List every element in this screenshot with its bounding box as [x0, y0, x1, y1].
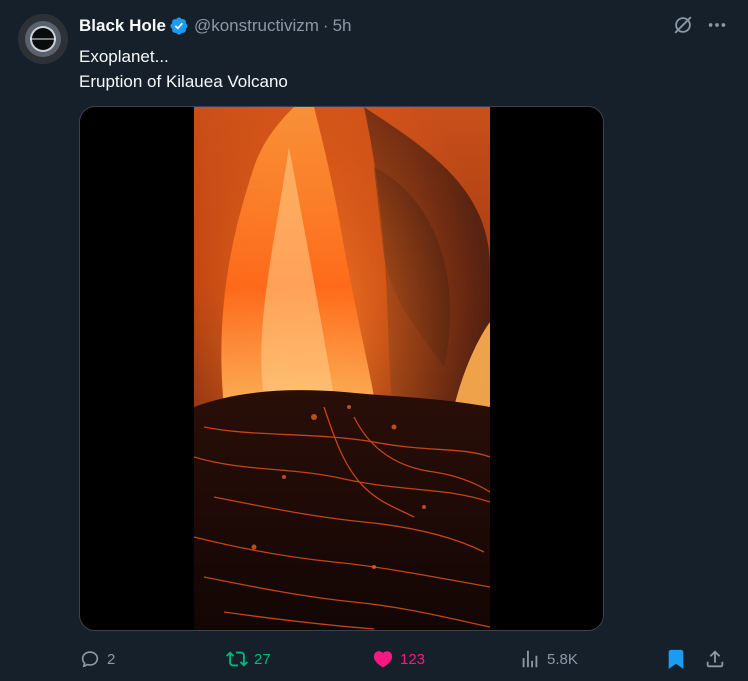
- tweet-text-line-1: Exoplanet...: [79, 47, 169, 66]
- more-dots-icon: [708, 23, 726, 27]
- retweet-count: 27: [254, 650, 271, 668]
- verified-badge-icon: [170, 17, 188, 35]
- reply-count: 2: [107, 650, 116, 668]
- tweet-text: Exoplanet... Eruption of Kilauea Volcano: [79, 44, 288, 94]
- timestamp[interactable]: 5h: [333, 16, 352, 36]
- bookmark-icon: [668, 649, 684, 670]
- reply-icon: [81, 651, 99, 668]
- tweet-header: Black Hole @konstructivizm · 5h: [79, 15, 351, 37]
- grok-button[interactable]: [672, 14, 694, 36]
- tweet-actions: 2 27 123 5.8K: [79, 645, 729, 673]
- bookmark-button[interactable]: [665, 645, 693, 673]
- author-name[interactable]: Black Hole: [79, 16, 166, 36]
- views-count: 5.8K: [547, 650, 578, 668]
- views-chart-icon: [522, 650, 538, 668]
- tweet: Black Hole @konstructivizm · 5h Exoplane…: [0, 0, 748, 681]
- reply-button[interactable]: 2: [79, 645, 115, 673]
- separator-dot: ·: [322, 16, 329, 35]
- grok-icon: [674, 16, 692, 34]
- black-hole-avatar-icon: [18, 14, 68, 64]
- share-button[interactable]: [704, 645, 732, 673]
- lava-eruption-frame-icon: [194, 107, 490, 630]
- like-count: 123: [400, 650, 426, 668]
- tweet-top-actions: [672, 14, 728, 36]
- author-handle[interactable]: @konstructivizm: [194, 16, 319, 36]
- avatar[interactable]: [18, 14, 68, 64]
- video-player[interactable]: [194, 107, 490, 630]
- tweet-text-line-2: Eruption of Kilauea Volcano: [79, 72, 288, 91]
- tweet-media[interactable]: [79, 106, 604, 631]
- heart-icon: [373, 651, 393, 668]
- retweet-icon: [226, 651, 248, 667]
- share-icon: [706, 650, 724, 668]
- views-button[interactable]: 5.8K: [519, 645, 578, 673]
- retweet-button[interactable]: 27: [226, 645, 271, 673]
- more-button[interactable]: [706, 14, 728, 36]
- like-button[interactable]: 123: [372, 645, 425, 673]
